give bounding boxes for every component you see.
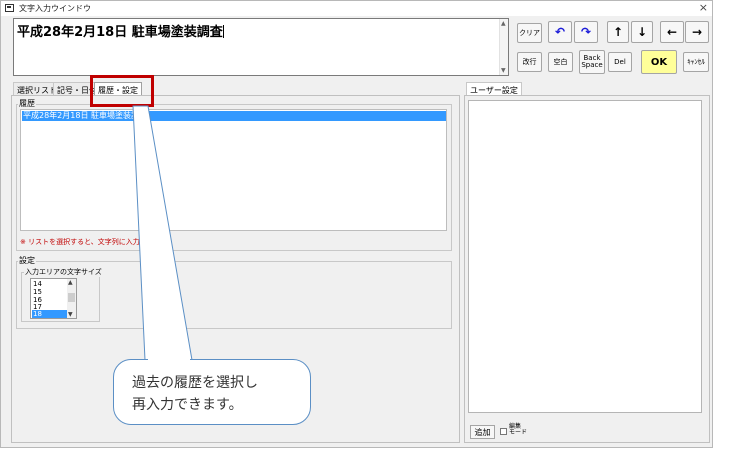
callout-pointer — [132, 105, 193, 361]
callout-line1: 過去の履歴を選択し — [132, 375, 258, 391]
callout-joint — [148, 357, 190, 361]
callout-pointer-shape — [132, 105, 193, 361]
callout-box: 過去の履歴を選択し 再入力できます。 — [113, 359, 311, 425]
callout-line2: 再入力できます。 — [132, 397, 243, 413]
